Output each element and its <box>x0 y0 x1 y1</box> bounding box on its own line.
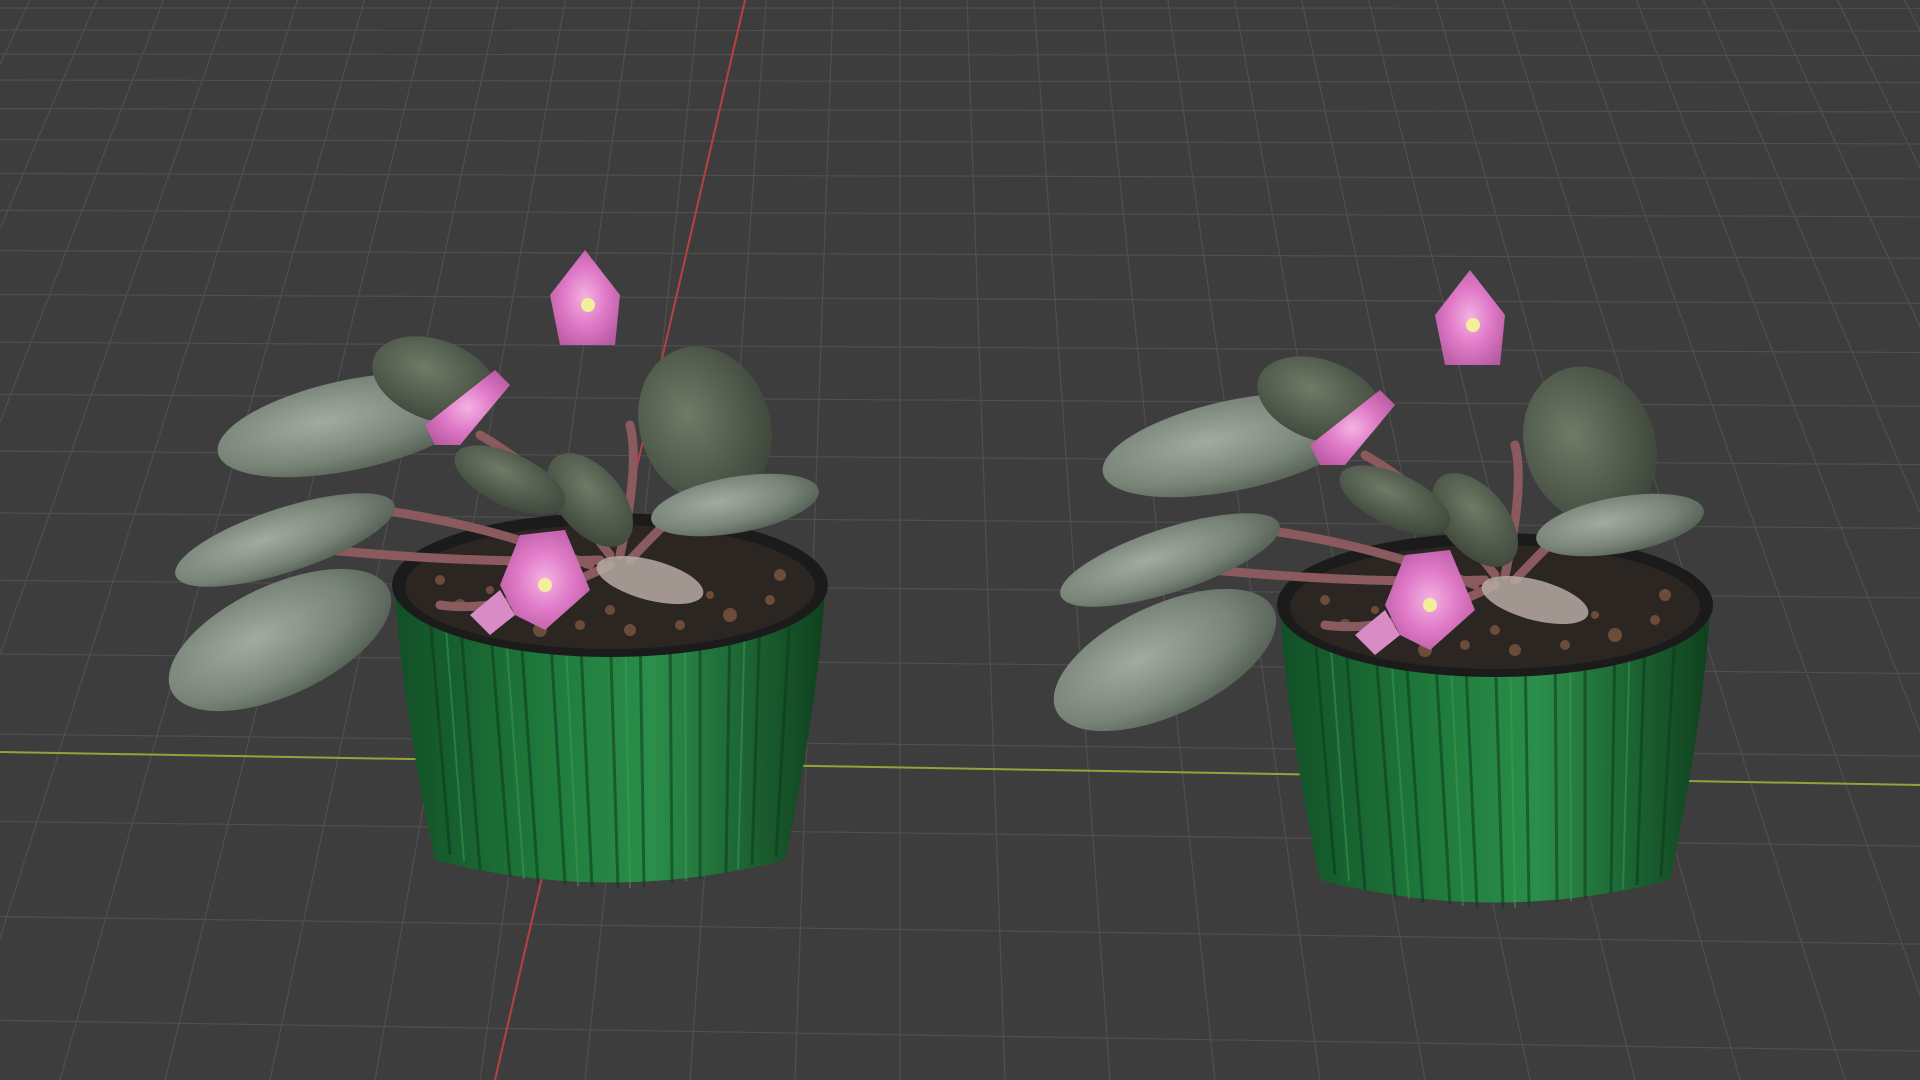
grid-line <box>0 250 1920 259</box>
grid-line <box>0 139 1920 145</box>
grid-line <box>0 79 1920 84</box>
potted-african-violet-2[interactable] <box>1033 270 1713 909</box>
grid-line <box>1501 0 1846 1080</box>
grid-line <box>0 341 1920 354</box>
viewport-canvas[interactable] <box>0 0 1920 1080</box>
grid-line <box>0 1019 1920 1052</box>
grid-line <box>1033 0 1111 1080</box>
grid-line <box>0 108 1920 113</box>
grid-line <box>0 209 1920 218</box>
grid-line <box>794 0 834 1080</box>
grid-line <box>0 293 1920 304</box>
grid-line <box>0 916 1920 945</box>
grid-line <box>0 53 1920 57</box>
3d-viewport[interactable] <box>0 0 1920 1080</box>
grid-line <box>966 0 1006 1080</box>
